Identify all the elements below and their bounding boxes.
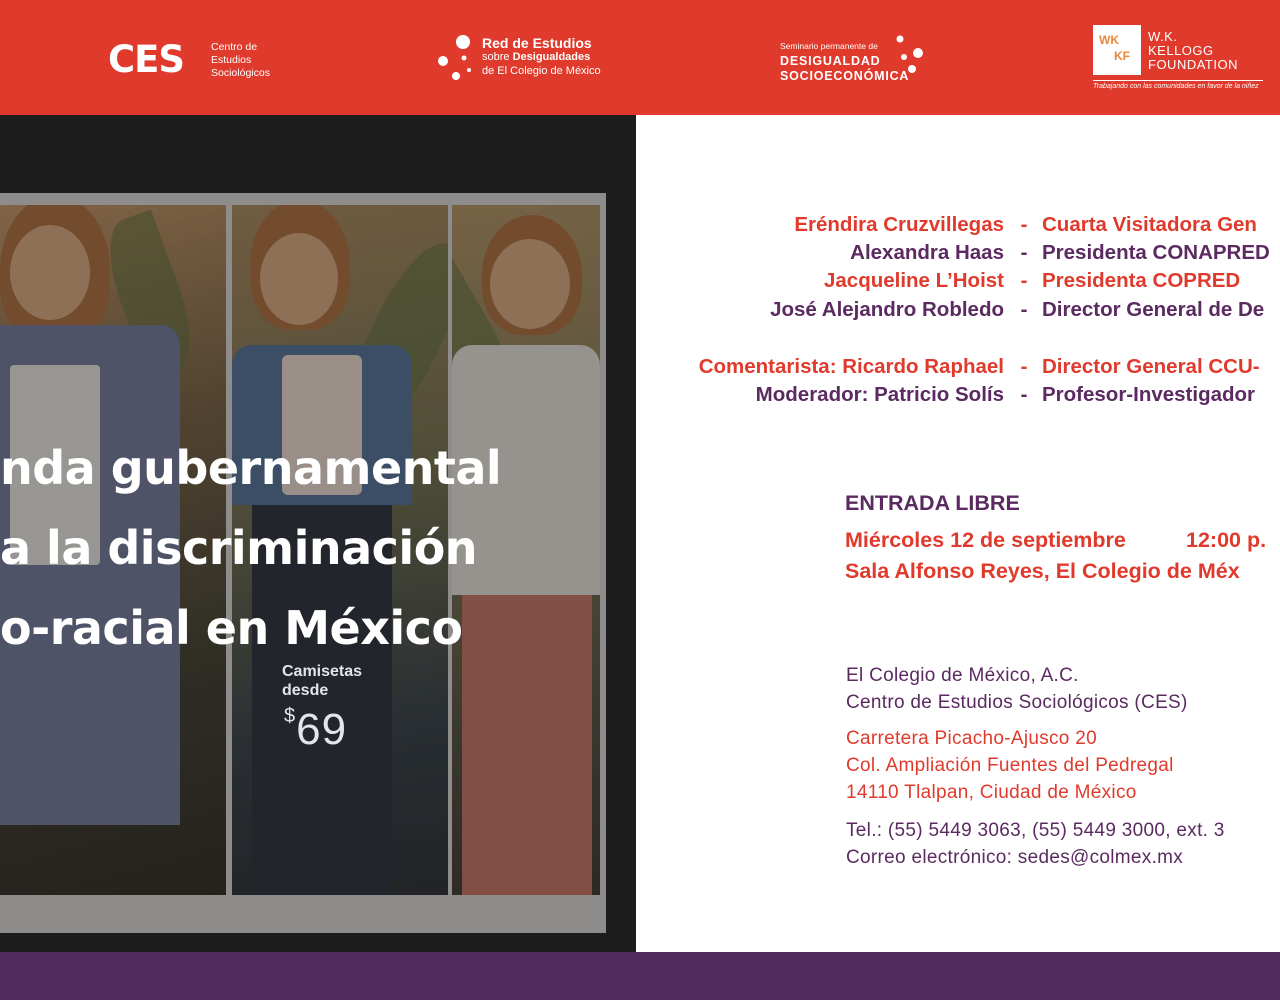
contact-phone: Tel.: (55) 5449 3063, (55) 5449 3000, ex… xyxy=(846,820,1225,841)
panelist-name: Alexandra Haas xyxy=(850,241,1004,264)
event-date: Miércoles 12 de septiembre xyxy=(845,528,1126,552)
red-title: Red de Estudios xyxy=(482,35,592,51)
panelist-dash: - xyxy=(1020,383,1028,406)
shop-sign-amount: 69 xyxy=(296,705,348,754)
panelist-dash: - xyxy=(1020,241,1028,264)
red-subtitle-b: Desigualdades xyxy=(512,51,591,63)
panelist-role: Director General CCU- xyxy=(1042,355,1260,378)
address-street: Carretera Picacho-Ajusco 20 xyxy=(846,728,1097,749)
footer-bar xyxy=(0,952,1280,1000)
ces-text-line: Estudios xyxy=(211,54,252,66)
panelist-dash: - xyxy=(1020,213,1028,236)
shop-sign-price: $69 xyxy=(284,705,347,755)
event-title-line: nda gubernamental xyxy=(0,441,502,495)
ces-text-line: Centro de xyxy=(211,41,258,53)
shop-sign-line1: Camisetas xyxy=(282,663,363,680)
panelist-dash: - xyxy=(1020,269,1028,292)
kellogg-divider xyxy=(1093,80,1263,81)
address-center: Centro de Estudios Sociológicos (CES) xyxy=(846,692,1188,713)
shop-sign-currency: $ xyxy=(284,705,297,727)
address-colony: Col. Ampliación Fuentes del Pedregal xyxy=(846,755,1174,776)
red-estudios-logo: Red de Estudios sobre Desigualdades de E… xyxy=(482,36,601,78)
kellogg-line2: KELLOGG xyxy=(1148,43,1214,58)
kellogg-logo-text: W.K. KELLOGG FOUNDATION xyxy=(1148,30,1238,72)
address-city: 14110 Tlalpan, Ciudad de México xyxy=(846,782,1137,803)
panelist-role: Presidenta COPRED xyxy=(1042,269,1241,292)
ces-text-line: Sociológicos xyxy=(211,67,270,79)
kellogg-logo-mark: WK KF xyxy=(1093,25,1141,75)
kellogg-line1: W.K. xyxy=(1148,29,1178,44)
address-institution: El Colegio de México, A.C. xyxy=(846,665,1079,686)
panelist-name: José Alejandro Robledo xyxy=(770,298,1004,321)
contact-email: Correo electrónico: sedes@colmex.mx xyxy=(846,847,1184,868)
panelist-name: Jacqueline L’Hoist xyxy=(824,269,1004,292)
header-bar: CES Centro de Estudios Sociológicos Red … xyxy=(0,0,1280,115)
entry-label: ENTRADA LIBRE xyxy=(845,491,1020,515)
kellogg-tagline: Trabajando con las comunidades en favor … xyxy=(1093,83,1259,90)
panelist-dash: - xyxy=(1020,298,1028,321)
panelist-role: Presidenta CONAPRED xyxy=(1042,241,1270,264)
event-time: 12:00 p. xyxy=(1186,528,1267,552)
panelist-role: Cuarta Visitadora Gen xyxy=(1042,213,1257,236)
kellogg-mark-top: WK xyxy=(1099,33,1119,47)
panelist-name: Comentarista: Ricardo Raphael xyxy=(698,355,1004,378)
seminario-dots-icon xyxy=(896,35,923,73)
ces-logo-text: Centro de Estudios Sociológicos xyxy=(211,41,301,80)
panelist-name: Eréndira Cruzvillegas xyxy=(794,213,1004,236)
red-subtitle-a: sobre xyxy=(482,51,510,63)
shop-sign-line2: desde xyxy=(282,682,329,699)
red-subtitle: sobre Desigualdades xyxy=(482,50,601,64)
ces-logo: CES xyxy=(108,38,185,81)
panelist-role: Profesor-Investigador xyxy=(1042,383,1256,406)
red-network-dots-icon xyxy=(438,35,471,80)
panelist-dash: - xyxy=(1020,355,1028,378)
event-title-line: a la discriminación xyxy=(0,521,478,575)
event-photo: Camisetas desde $69 nda gubernamental a … xyxy=(0,115,636,952)
kellogg-line3: FOUNDATION xyxy=(1148,57,1238,72)
event-title-line: o-racial en México xyxy=(0,601,463,655)
event-venue: Sala Alfonso Reyes, El Colegio de Méx xyxy=(845,559,1240,583)
kellogg-mark-bottom: KF xyxy=(1114,49,1130,63)
red-subtitle-line3: de El Colegio de México xyxy=(482,65,601,77)
panelist-name: Moderador: Patricio Solís xyxy=(755,383,1004,406)
panelist-role: Director General de De xyxy=(1042,298,1265,321)
